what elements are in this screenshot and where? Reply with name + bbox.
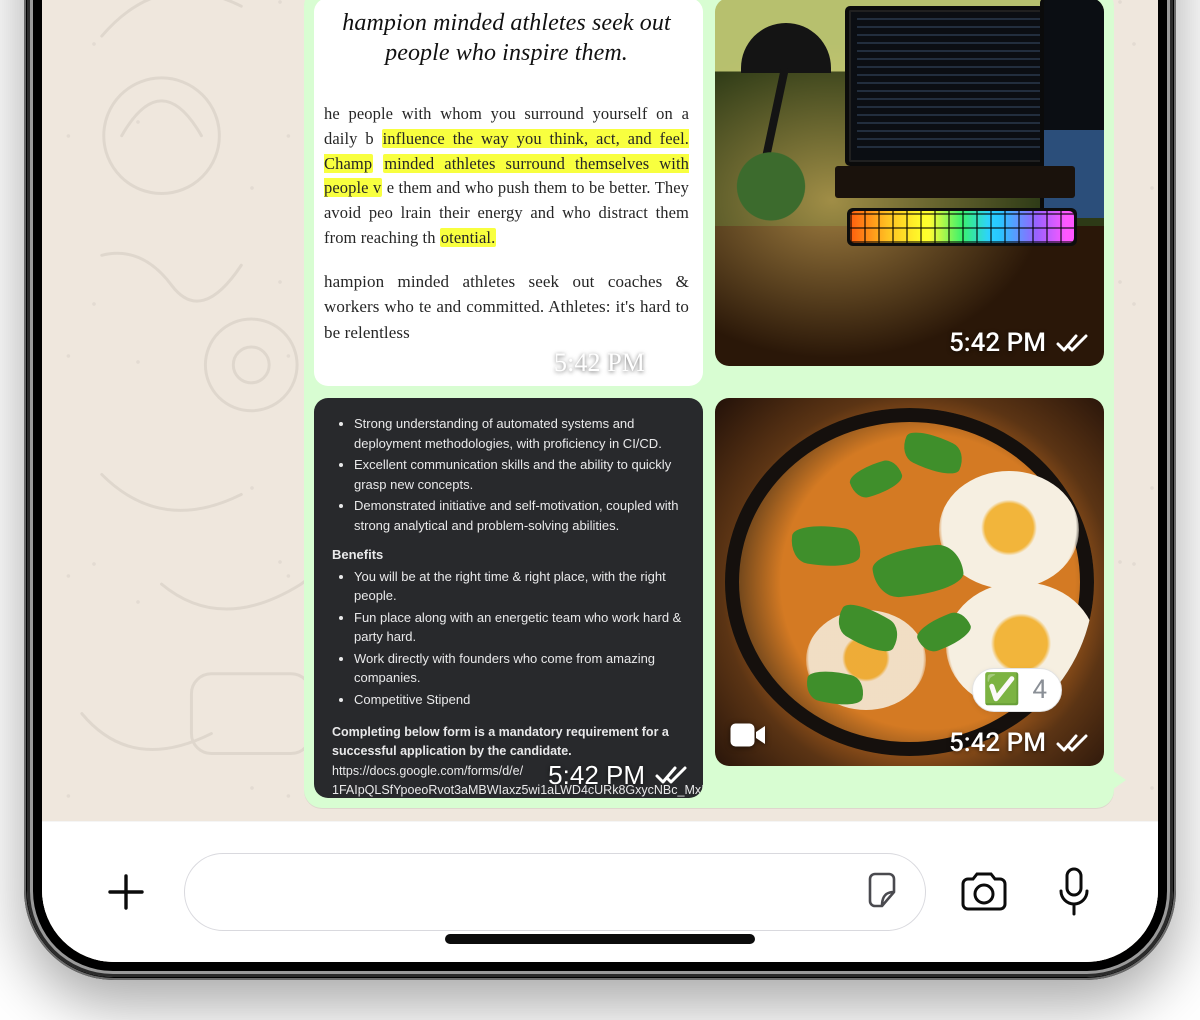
media-tile-desk[interactable]: 5:42 PM (715, 0, 1104, 366)
read-ticks-icon (1056, 332, 1090, 354)
job-requirements-list: Strong understanding of automated system… (332, 414, 685, 535)
reaction-pill[interactable]: ✅ 4 (972, 668, 1062, 712)
tile-timestamp: 5:42 PM (949, 730, 1046, 756)
tile-timestamp: 5:42 PM (949, 330, 1046, 356)
message-input-container[interactable] (184, 853, 926, 931)
leaf-icon (870, 543, 965, 600)
camera-button[interactable] (952, 860, 1016, 924)
lamp-icon (741, 23, 831, 73)
tile-timestamp: 5:42 PM (554, 350, 645, 376)
chat-scroll[interactable]: hampion minded athletes seek out people … (42, 0, 1158, 962)
list-item: Fun place along with an energetic team w… (354, 608, 685, 647)
media-tile-book[interactable]: hampion minded athletes seek out people … (314, 0, 703, 386)
phone-frame: hampion minded athletes seek out people … (24, 0, 1176, 980)
list-item: You will be at the right time & right pl… (354, 567, 685, 606)
job-benefits-list: You will be at the right time & right pl… (332, 567, 685, 710)
plant-icon (723, 148, 819, 244)
home-indicator[interactable] (445, 934, 755, 944)
reaction-emoji: ✅ (983, 675, 1020, 705)
list-item: Strong understanding of automated system… (354, 414, 685, 453)
media-tile-job[interactable]: Strong understanding of automated system… (314, 398, 703, 798)
list-item: Demonstrated initiative and self-motivat… (354, 496, 685, 535)
keyboard-icon (847, 208, 1077, 246)
sticker-button[interactable] (863, 868, 907, 916)
attach-button[interactable] (94, 860, 158, 924)
leaf-icon (789, 522, 864, 571)
viewport: hampion minded athletes seek out people … (0, 0, 1200, 1020)
phone-screen: hampion minded athletes seek out people … (42, 0, 1158, 962)
list-item: Excellent communication skills and the a… (354, 455, 685, 494)
book-paragraph-2: hampion minded athletes seek out coaches… (324, 269, 689, 346)
reaction-count: 4 (1032, 675, 1047, 705)
list-item: Competitive Stipend (354, 690, 685, 710)
book-title: hampion minded athletes seek out people … (324, 8, 689, 68)
read-ticks-icon (655, 764, 689, 786)
camera-icon (955, 868, 1013, 916)
tile-timestamp: 5:42 PM (548, 762, 645, 788)
mic-icon (1054, 865, 1094, 919)
benefits-heading: Benefits (332, 545, 685, 565)
video-icon (729, 720, 767, 754)
message-input[interactable] (207, 878, 903, 906)
plus-icon (102, 868, 150, 916)
list-item: Work directly with founders who come fro… (354, 649, 685, 688)
read-ticks-icon (1056, 732, 1090, 754)
book-paragraph: he people with whom you surround yoursel… (324, 102, 689, 251)
bubble-tail-icon (1112, 770, 1126, 790)
leaf-icon (898, 425, 968, 481)
mic-button[interactable] (1042, 860, 1106, 924)
sticker-icon (863, 868, 907, 912)
read-ticks-icon (655, 352, 689, 374)
leaf-icon (847, 456, 906, 501)
